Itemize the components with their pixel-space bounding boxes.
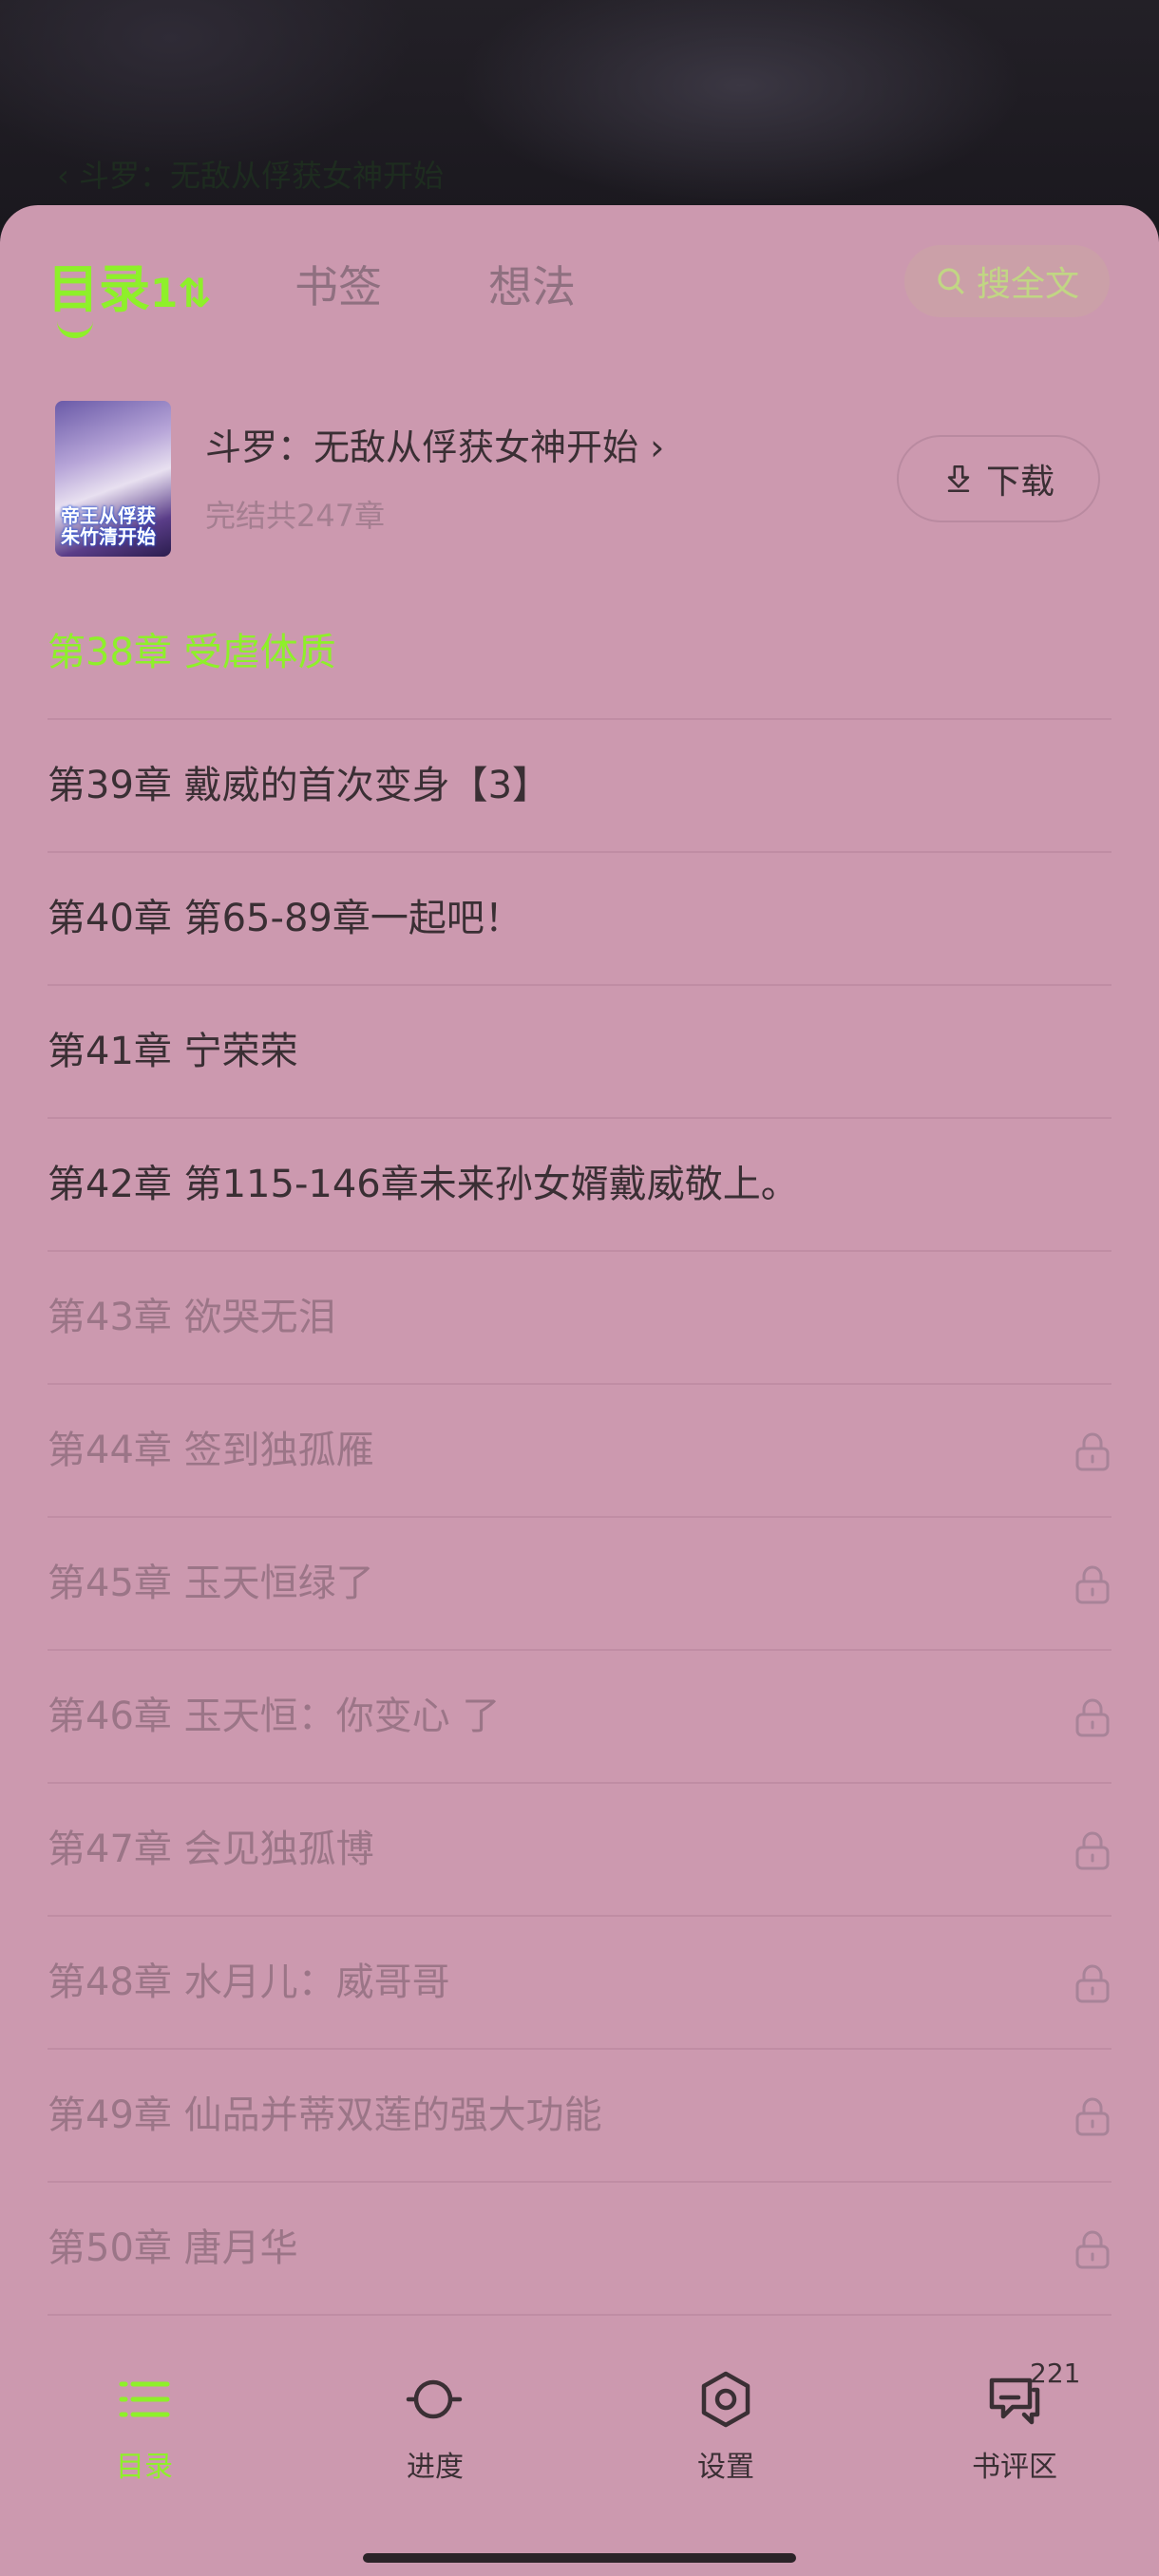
chapter-item[interactable]: 第38章 受虐体质 bbox=[48, 587, 1112, 720]
lock-icon bbox=[1075, 1964, 1110, 2003]
chapter-title: 第49章 仙品并蒂双莲的强大功能 bbox=[48, 2093, 602, 2137]
chapter-title: 第48章 水月儿：威哥哥 bbox=[48, 1960, 450, 2004]
comments-badge: 221 bbox=[1030, 2358, 1081, 2389]
chapter-title: 第42章 第115-146章未来孙女婿戴威敬上。 bbox=[48, 1163, 799, 1206]
search-icon bbox=[938, 268, 964, 294]
chapter-item[interactable]: 第39章 戴威的首次变身【3】 bbox=[48, 720, 1112, 853]
tab-bookmarks[interactable]: 书签 bbox=[294, 253, 382, 315]
tab-catalog[interactable]: 目录1⇅ bbox=[48, 247, 211, 322]
tab-catalog-label: 目录 bbox=[48, 259, 150, 319]
lock-icon bbox=[1075, 2230, 1110, 2269]
chapter-title: 第38章 受虐体质 bbox=[48, 631, 336, 674]
chapter-item[interactable]: 第44章 签到独孤雁 bbox=[48, 1385, 1112, 1518]
chapter-title: 第43章 欲哭无泪 bbox=[48, 1296, 336, 1339]
chapter-title: 第39章 戴威的首次变身【3】 bbox=[48, 764, 551, 807]
lock-icon bbox=[1075, 1831, 1110, 1870]
book-cover[interactable]: 帝王从俘获朱竹清开始 bbox=[55, 401, 171, 557]
nav-progress[interactable]: 进度 bbox=[340, 2369, 530, 2485]
nav-comments-label: 书评区 bbox=[972, 2451, 1057, 2484]
nav-comments[interactable]: 221 书评区 bbox=[920, 2358, 1110, 2485]
chapter-item[interactable]: 第47章 会见独孤博 bbox=[48, 1784, 1112, 1917]
chapter-title: 第44章 签到独孤雁 bbox=[48, 1429, 374, 1472]
chapter-item[interactable]: 第49章 仙品并蒂双莲的强大功能 bbox=[48, 2050, 1112, 2183]
download-label: 下载 bbox=[985, 463, 1054, 502]
chapter-list: 第38章 受虐体质第39章 戴威的首次变身【3】 第40章 第65-89章一起吧！… bbox=[0, 587, 1159, 2316]
lock-icon bbox=[1075, 1565, 1110, 1604]
chapter-item[interactable]: 第46章 玉天恒：你变心 了 bbox=[48, 1651, 1112, 1784]
progress-icon bbox=[406, 2379, 463, 2419]
reader-title: ‹ 斗罗：无敌从俘获女神开始 bbox=[57, 158, 444, 194]
nav-catalog[interactable]: 目录 bbox=[49, 2369, 239, 2485]
bottom-nav: 目录 进度 设置 221 书评区 bbox=[0, 2337, 1159, 2576]
chapter-item[interactable]: 第42章 第115-146章未来孙女婿戴威敬上。 bbox=[48, 1119, 1112, 1252]
chapter-title: 第50章 唐月华 bbox=[48, 2226, 298, 2270]
tab-active-indicator bbox=[57, 321, 93, 338]
download-button[interactable]: 下载 bbox=[897, 435, 1100, 522]
book-chapter-count: 完结共247章 bbox=[205, 498, 386, 534]
chapter-item[interactable]: 第48章 水月儿：威哥哥 bbox=[48, 1917, 1112, 2050]
tab-catalog-count: 1⇅ bbox=[150, 270, 212, 316]
chapter-title: 第45章 玉天恒绿了 bbox=[48, 1562, 374, 1605]
nav-progress-label: 进度 bbox=[407, 2451, 464, 2484]
chapter-title: 第46章 玉天恒：你变心 了 bbox=[48, 1695, 501, 1738]
chapter-item[interactable]: 第50章 唐月华 bbox=[48, 2183, 1112, 2316]
lock-icon bbox=[1075, 2097, 1110, 2136]
nav-catalog-label: 目录 bbox=[116, 2451, 173, 2484]
list-icon bbox=[119, 2381, 170, 2417]
search-label: 搜全文 bbox=[976, 265, 1079, 304]
settings-icon bbox=[701, 2371, 750, 2428]
lock-icon bbox=[1075, 1698, 1110, 1737]
lock-icon bbox=[1075, 1432, 1110, 1471]
chapter-item[interactable]: 第40章 第65-89章一起吧！ bbox=[48, 853, 1112, 986]
chapter-title: 第41章 宁荣荣 bbox=[48, 1030, 298, 1073]
home-indicator[interactable] bbox=[363, 2553, 796, 2563]
nav-settings-label: 设置 bbox=[697, 2451, 754, 2484]
book-title-link[interactable]: 斗罗：无敌从俘获女神开始 › bbox=[205, 418, 664, 470]
chapter-item[interactable]: 第45章 玉天恒绿了 bbox=[48, 1518, 1112, 1651]
chapter-item[interactable]: 第43章 欲哭无泪 bbox=[48, 1252, 1112, 1385]
nav-settings[interactable]: 设置 bbox=[631, 2369, 821, 2485]
chapter-item[interactable]: 第41章 宁荣荣 bbox=[48, 986, 1112, 1119]
tab-notes[interactable]: 想法 bbox=[488, 253, 576, 315]
download-icon bbox=[947, 464, 970, 493]
chapter-title: 第47章 会见独孤博 bbox=[48, 1828, 374, 1871]
search-fulltext-button[interactable]: 搜全文 bbox=[904, 245, 1110, 317]
catalog-sheet: 目录1⇅ 书签 想法 搜全文 帝王从俘获朱竹清开始 斗罗：无敌从俘获女神开始 ›… bbox=[0, 205, 1159, 2576]
chapter-title: 第40章 第65-89章一起吧！ bbox=[48, 897, 522, 940]
cover-title: 帝王从俘获朱竹清开始 bbox=[61, 504, 156, 548]
